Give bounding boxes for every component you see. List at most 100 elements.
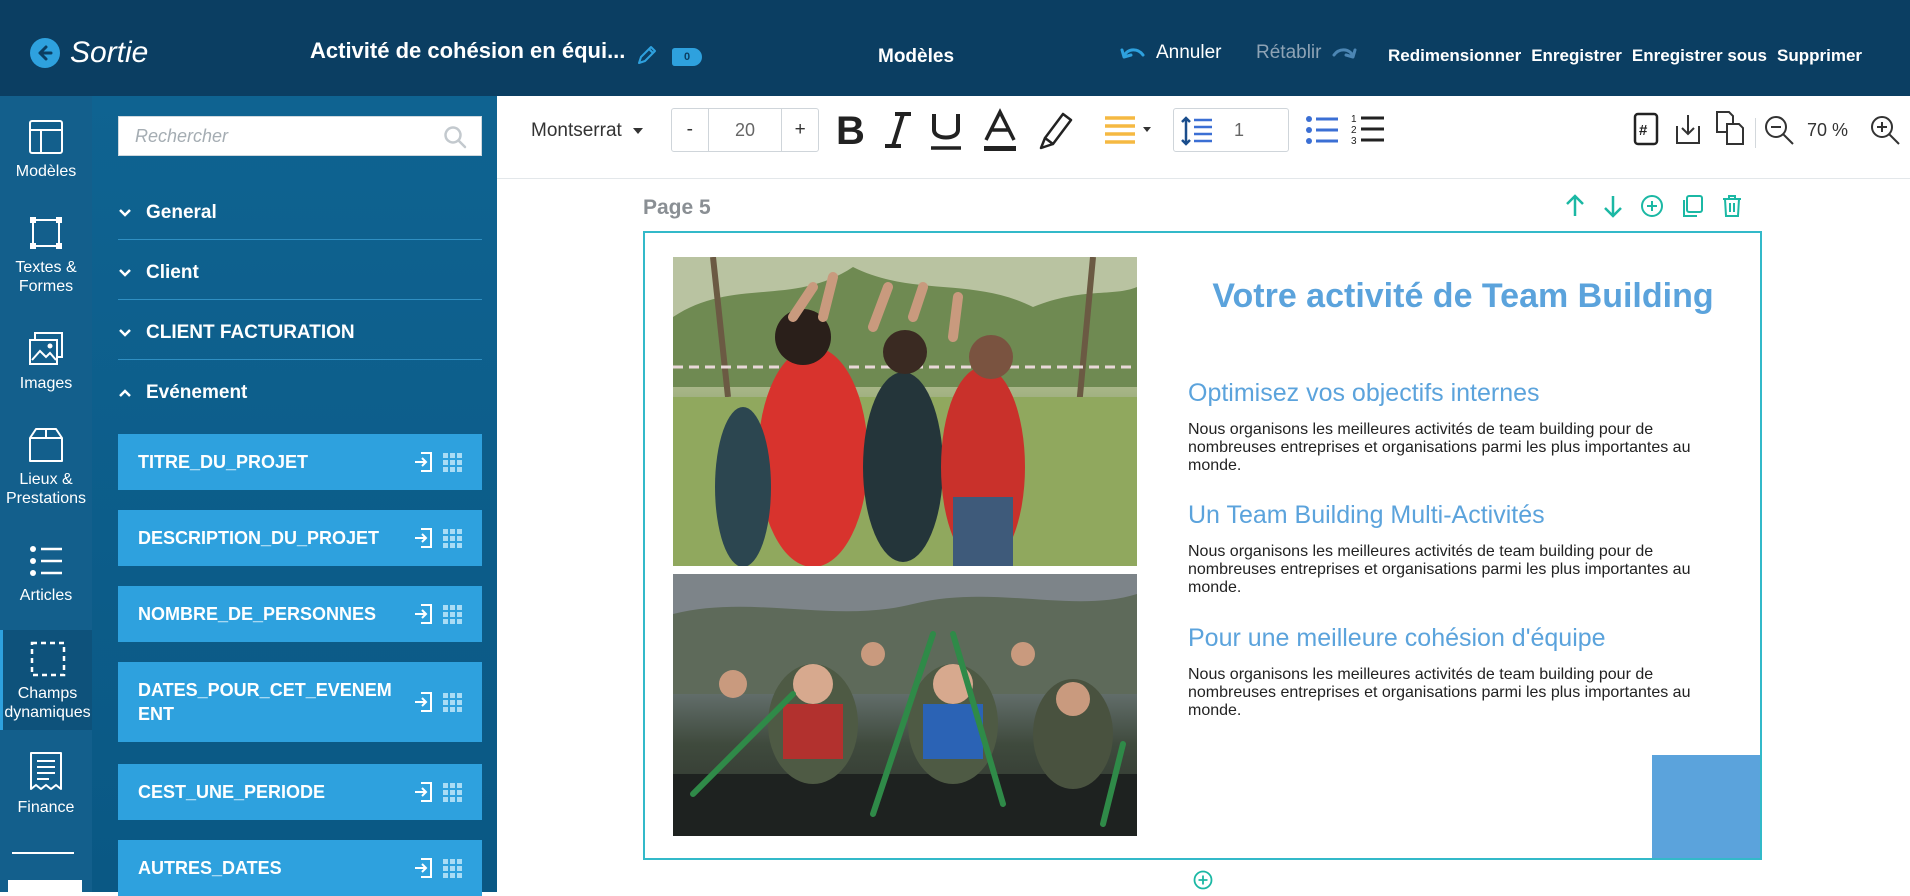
- blue-accent-square[interactable]: [1652, 755, 1760, 858]
- svg-text:3: 3: [1351, 136, 1357, 146]
- rail-divider: [12, 852, 74, 854]
- hashtag-field-icon[interactable]: #: [1633, 112, 1659, 151]
- rail-item-venues-services[interactable]: Lieux & Prestations: [0, 426, 92, 508]
- section-label: Evénement: [146, 382, 248, 403]
- duplicate-icon[interactable]: [1680, 194, 1704, 218]
- highlight-icon[interactable]: [1037, 108, 1075, 157]
- save-button[interactable]: Enregistrer: [1531, 46, 1622, 66]
- undo-button[interactable]: Annuler: [1120, 42, 1222, 64]
- rail-item-images[interactable]: Images: [0, 330, 92, 393]
- subheading-3[interactable]: Pour une meilleure cohésion d'équipe: [1188, 624, 1606, 653]
- line-spacing-value: 1: [1234, 120, 1245, 140]
- move-down-icon[interactable]: [1602, 194, 1624, 218]
- zoom-out-button[interactable]: [1763, 114, 1795, 151]
- field-is-period[interactable]: CEST_UNE_PERIODE: [118, 764, 482, 820]
- redo-button[interactable]: Rétablir: [1256, 42, 1357, 64]
- numbered-list-icon[interactable]: 123: [1351, 112, 1385, 151]
- line-spacing-icon: [1181, 116, 1212, 146]
- field-number-of-people[interactable]: NOMBRE_DE_PERSONNES: [118, 586, 482, 642]
- rail-label: Lieux & Prestations: [5, 471, 87, 507]
- drag-handle-icon[interactable]: [442, 692, 462, 712]
- drag-handle-icon[interactable]: [442, 528, 462, 548]
- insert-icon[interactable]: [414, 528, 432, 548]
- text-color-icon[interactable]: [981, 108, 1019, 159]
- line-spacing-control[interactable]: 1: [1173, 108, 1289, 152]
- redo-label: Rétablir: [1256, 42, 1322, 63]
- field-label: NOMBRE_DE_PERSONNES: [138, 604, 377, 624]
- move-up-icon[interactable]: [1564, 194, 1586, 218]
- field-label: TITRE_DU_PROJET: [138, 452, 309, 472]
- rail-logo-thumbnail: [8, 880, 82, 892]
- rail-item-finance[interactable]: Finance: [0, 750, 92, 817]
- page-heading[interactable]: Votre activité de Team Building: [1183, 277, 1743, 316]
- svg-text:B: B: [836, 109, 865, 152]
- svg-text:#: #: [1639, 122, 1648, 139]
- align-icon[interactable]: [1103, 114, 1153, 153]
- rail-label: Images: [19, 375, 73, 392]
- section-label: Client: [146, 261, 199, 283]
- subheading-1[interactable]: Optimisez vos objectifs internes: [1188, 379, 1540, 408]
- paragraph-2[interactable]: Nous organisons les meilleures activités…: [1188, 543, 1728, 597]
- drag-handle-icon[interactable]: [442, 858, 462, 878]
- team-highfive-photo[interactable]: [673, 257, 1137, 566]
- page-canvas[interactable]: Votre activité de Team Building Optimise…: [643, 231, 1762, 860]
- subheading-2[interactable]: Un Team Building Multi-Activités: [1188, 501, 1545, 530]
- field-label: CEST_UNE_PERIODE: [138, 782, 326, 802]
- drag-handle-icon[interactable]: [442, 782, 462, 802]
- save-as-button[interactable]: Enregistrer sous: [1632, 46, 1767, 66]
- rail-item-templates[interactable]: Modèles: [0, 118, 92, 181]
- insert-icon[interactable]: [414, 782, 432, 802]
- insert-icon[interactable]: [414, 452, 432, 472]
- insert-icon[interactable]: [414, 692, 432, 712]
- italic-icon[interactable]: [881, 108, 915, 157]
- resize-button[interactable]: Redimensionner: [1388, 46, 1521, 66]
- add-page-below-icon[interactable]: [1193, 870, 1213, 895]
- trash-icon[interactable]: [1720, 194, 1744, 218]
- field-other-dates[interactable]: AUTRES_DATES: [118, 840, 482, 896]
- font-family-select[interactable]: Montserrat: [531, 120, 644, 142]
- underline-icon[interactable]: [927, 108, 965, 159]
- add-page-icon[interactable]: [1640, 194, 1664, 218]
- insert-icon[interactable]: [414, 858, 432, 878]
- delete-button[interactable]: Supprimer: [1777, 46, 1862, 66]
- font-size-value[interactable]: 20: [707, 109, 783, 151]
- field-event-dates[interactable]: DATES_POUR_CET_EVENEMENT: [118, 662, 482, 742]
- rafting-team-photo[interactable]: [673, 574, 1137, 836]
- document-title[interactable]: Activité de cohésion en équi...: [310, 38, 625, 64]
- svg-text:2: 2: [1351, 125, 1357, 136]
- pencil-icon[interactable]: [636, 44, 658, 71]
- rail-item-articles[interactable]: Articles: [0, 542, 92, 605]
- insert-icon[interactable]: [414, 604, 432, 624]
- bullet-list-icon[interactable]: [1305, 114, 1339, 151]
- field-project-title[interactable]: TITRE_DU_PROJET: [118, 434, 482, 490]
- page-layout-icon[interactable]: [1713, 110, 1747, 151]
- toolbar-divider: [1755, 118, 1756, 148]
- section-client[interactable]: Client: [118, 242, 482, 300]
- drag-handle-icon[interactable]: [442, 452, 462, 472]
- search-icon[interactable]: [443, 125, 467, 154]
- invoice-icon: [30, 752, 62, 790]
- rail-label: Textes & Formes: [15, 259, 77, 295]
- font-size-decrease[interactable]: -: [672, 109, 708, 151]
- section-event[interactable]: Evénement: [118, 362, 482, 420]
- search-input[interactable]: [133, 117, 437, 155]
- drag-handle-icon[interactable]: [442, 604, 462, 624]
- rail-item-texts-shapes[interactable]: Textes & Formes: [0, 214, 92, 296]
- field-project-description[interactable]: DESCRIPTION_DU_PROJET: [118, 510, 482, 566]
- rail-item-dynamic-fields[interactable]: Champs dynamiques: [0, 630, 92, 730]
- tag-badge[interactable]: 0: [672, 48, 702, 66]
- box-icon: [29, 428, 63, 462]
- bold-icon[interactable]: B: [833, 108, 869, 157]
- zoom-in-icon[interactable]: [1869, 114, 1901, 151]
- layout-icon: [29, 120, 63, 154]
- paragraph-1[interactable]: Nous organisons les meilleures activités…: [1188, 421, 1728, 475]
- paragraph-3[interactable]: Nous organisons les meilleures activités…: [1188, 666, 1728, 720]
- download-icon[interactable]: [1673, 112, 1703, 151]
- templates-link[interactable]: Modèles: [878, 46, 954, 68]
- top-actions: Redimensionner Enregistrer Enregistrer s…: [1388, 46, 1862, 66]
- exit-button[interactable]: Sortie: [30, 36, 148, 70]
- font-size-increase[interactable]: +: [782, 109, 818, 151]
- field-label: AUTRES_DATES: [138, 858, 282, 878]
- section-client-billing[interactable]: CLIENT FACTURATION: [118, 302, 482, 360]
- section-general[interactable]: General: [118, 182, 482, 240]
